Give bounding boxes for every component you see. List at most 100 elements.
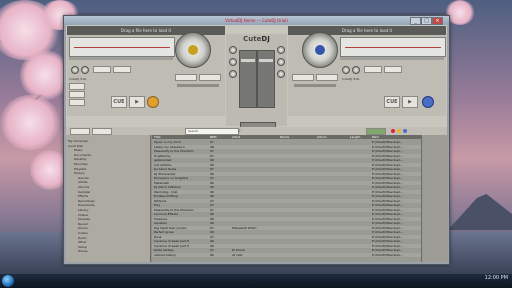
folder-item[interactable]: Setup — [68, 245, 87, 249]
deck-area: Drag a file here to load it CuteDJ Trial… — [66, 25, 447, 128]
deck-1-hotcue-2[interactable] — [69, 91, 85, 98]
folder-item[interactable]: Effects — [68, 194, 88, 198]
mixer-eq-low-right[interactable] — [277, 70, 285, 78]
deck-1-waveform[interactable] — [69, 37, 175, 57]
deck-2-sync-indicator[interactable] — [422, 96, 434, 108]
folder-item[interactable]: My Computer — [68, 139, 88, 143]
deck-1-gain-knob[interactable] — [71, 66, 79, 74]
maximize-button[interactable]: □ — [421, 17, 432, 25]
folder-item[interactable]: Videos — [68, 213, 88, 217]
folder-item[interactable]: Recent — [68, 222, 88, 226]
start-button[interactable] — [2, 275, 14, 287]
mixer-eq-high-right[interactable] — [277, 46, 285, 54]
deck-1-hotcue-3[interactable] — [69, 99, 85, 106]
window-title: VirtualDJ Home — CuteDJ (trial) — [225, 18, 288, 23]
folder-item[interactable]: Documents — [68, 153, 91, 157]
folder-item[interactable]: Online — [68, 226, 88, 230]
deck-2-sync-button[interactable] — [364, 66, 382, 73]
mixer-eq-mid-left[interactable] — [229, 58, 237, 66]
app-logo: CuteDJ — [243, 35, 270, 43]
mixer-eq-high-left[interactable] — [229, 46, 237, 54]
search-input[interactable]: Search — [185, 128, 239, 135]
column-header[interactable]: Album — [317, 135, 349, 139]
deck-2-cue-button[interactable]: CUE — [384, 96, 400, 108]
deck-2-play-button[interactable]: ▶ — [402, 96, 418, 108]
folder-item[interactable]: Playlists — [68, 167, 86, 171]
column-header[interactable]: Length — [350, 135, 370, 139]
folder-item[interactable]: Artists — [68, 180, 88, 184]
folder-item[interactable]: Genres — [68, 176, 89, 180]
mixer-eq-low-left[interactable] — [229, 70, 237, 78]
volume-fader-right[interactable] — [257, 50, 275, 108]
folder-item[interactable]: Local Disk — [68, 144, 83, 148]
column-header[interactable]: BPM — [210, 135, 230, 139]
toolbar-button-2[interactable] — [92, 128, 112, 135]
deck-2-platter-center — [315, 45, 325, 55]
record-button[interactable] — [366, 128, 386, 135]
deck-2-platter[interactable] — [302, 32, 338, 68]
deck-1-tempo-area — [175, 72, 221, 112]
deck-2-pitch-button[interactable] — [316, 74, 338, 81]
system-clock[interactable]: 12:00 PM — [485, 276, 508, 281]
deck-1-loop-button[interactable] — [113, 66, 131, 73]
folder-item[interactable]: Recordings — [68, 199, 95, 203]
mixer-eq-mid-right[interactable] — [277, 58, 285, 66]
deck-2-filter-knob[interactable] — [352, 66, 360, 74]
deck-2-overview[interactable] — [340, 57, 444, 60]
deck-1-pitch-slider[interactable] — [177, 84, 219, 87]
column-header[interactable]: Remix — [280, 135, 315, 139]
column-header[interactable]: Artist — [232, 135, 278, 139]
folder-item[interactable]: Sampler — [68, 190, 90, 194]
folder-item[interactable]: Crates — [68, 231, 88, 235]
deck-1: Drag a file here to load it CuteDJ Trial… — [67, 26, 225, 116]
deck-2: Drag a file here to load it CuteDJ Trial… — [288, 26, 446, 116]
file-list-rows: Taylor in my mind 97 E:\Chart\Vtbackup\...… — [152, 140, 447, 260]
folder-item[interactable]: Other — [68, 240, 87, 244]
app-window: VirtualDJ Home — CuteDJ (trial) _ □ × Dr… — [63, 15, 450, 265]
deck-1-keylock-button[interactable] — [175, 74, 197, 81]
deck-1-sync-indicator[interactable] — [147, 96, 159, 108]
toolbar-button-1[interactable] — [70, 128, 90, 135]
volume-fader-left[interactable] — [239, 50, 257, 108]
deck-1-filter-knob[interactable] — [81, 66, 89, 74]
deck-2-pitch-controls — [340, 63, 444, 75]
deck-1-hotcue-1[interactable] — [69, 83, 85, 90]
folder-item[interactable]: Music — [68, 148, 83, 152]
folder-item[interactable]: Library — [68, 208, 89, 212]
column-header[interactable]: Title — [154, 135, 209, 139]
deck-1-pitch-button[interactable] — [199, 74, 221, 81]
blossom — [0, 95, 60, 150]
deck-2-pitch-slider[interactable] — [294, 84, 336, 87]
folder-item[interactable]: iTunes — [68, 249, 87, 253]
deck-2-keylock-button[interactable] — [292, 74, 314, 81]
file-list: Title BPM Artist Remix Album Length Path Taylo… — [152, 135, 447, 262]
title-bar[interactable]: VirtualDJ Home — CuteDJ (trial) _ □ × — [64, 16, 449, 25]
folder-item[interactable]: Favorites — [68, 162, 88, 166]
deck-1-pitch-controls — [69, 63, 173, 75]
folder-item[interactable]: Desktop — [68, 157, 86, 161]
deck-1-sync-button[interactable] — [93, 66, 111, 73]
deck-1-platter-center — [188, 45, 198, 55]
deck-2-tempo-area — [292, 72, 338, 112]
deck-2-waveform[interactable] — [340, 37, 446, 57]
deck-2-info: CuteDJ Trial — [342, 77, 360, 81]
folder-item[interactable]: History — [68, 171, 85, 175]
file-browser: My Computer Local Disk Music Documents Deskt… — [66, 135, 447, 262]
minimize-button[interactable]: _ — [410, 17, 421, 25]
deck-1-play-button[interactable]: ▶ — [129, 96, 145, 108]
search-icon[interactable]: ⌕ — [238, 128, 244, 134]
deck-2-loop-button[interactable] — [384, 66, 402, 73]
folder-item[interactable]: Downloads — [68, 203, 94, 207]
folder-item[interactable]: Albums — [68, 185, 89, 189]
folder-item[interactable]: Radio — [68, 236, 86, 240]
folder-item[interactable]: Karaoke — [68, 217, 90, 221]
close-button[interactable]: × — [432, 17, 443, 25]
browser-sidebar — [421, 135, 448, 262]
file-row[interactable]: natural history 96 at cafe E:\Chart\Vtbacku… — [152, 252, 447, 257]
deck-1-platter[interactable] — [175, 32, 211, 68]
deck-1-cue-button[interactable]: CUE — [111, 96, 127, 108]
deck-2-gain-knob[interactable] — [342, 66, 350, 74]
browser-toolbar: Search ⌕ — [66, 127, 447, 135]
deck-1-overview[interactable] — [69, 57, 173, 60]
mountain — [448, 194, 512, 230]
